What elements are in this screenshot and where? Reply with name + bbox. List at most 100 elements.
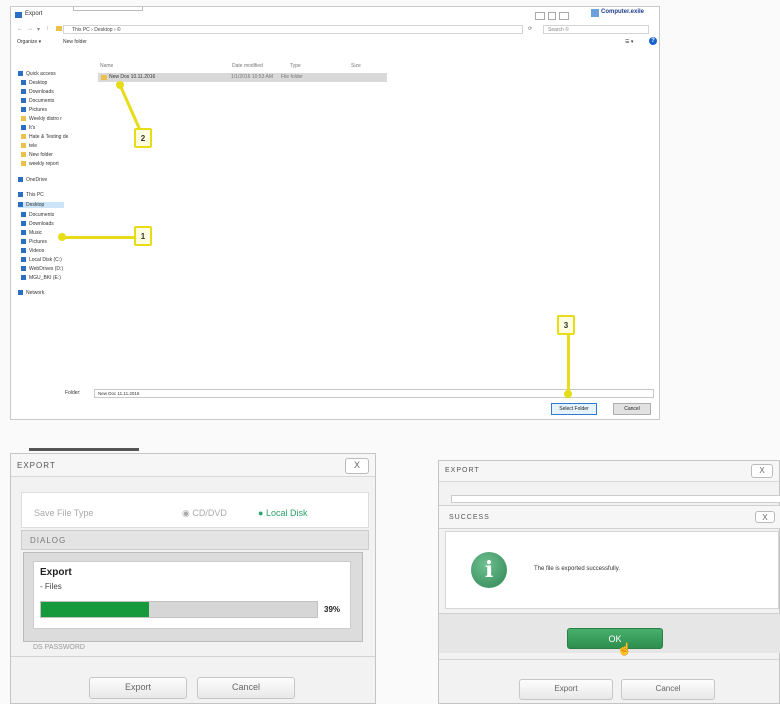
- picture-icon: [21, 107, 26, 113]
- sidebar-item-mgu-bki[interactable]: MGU_BKI (E:): [21, 275, 61, 281]
- sidebar-item-pictures[interactable]: Pictures: [21, 107, 47, 113]
- video-icon: [21, 248, 26, 254]
- sidebar-item-pictures-pc[interactable]: Pictures: [21, 239, 47, 245]
- sidebar-item-weekly-distro[interactable]: Weekly distro r: [21, 116, 62, 122]
- sidebar-item-quick-access[interactable]: Quick access: [18, 71, 56, 77]
- help-icon[interactable]: ?: [649, 37, 657, 45]
- close-button[interactable]: X: [751, 464, 773, 478]
- check-icon: [21, 125, 26, 131]
- file-date: 1/1/2016 10:53 AM: [231, 74, 273, 80]
- success-close-button[interactable]: X: [755, 511, 775, 523]
- ok-footer: OK ☝: [439, 613, 780, 656]
- progress-fill: [41, 602, 149, 617]
- forward-icon[interactable]: →: [27, 26, 33, 32]
- folder-icon: [21, 143, 26, 149]
- progress-subtitle: - Files: [40, 582, 62, 591]
- toolbar: Organize ▾ New folder ☰ ▾ ?: [13, 36, 657, 48]
- success-message: The file is exported successfully.: [534, 566, 620, 572]
- cancel-button[interactable]: Cancel: [621, 679, 715, 700]
- sidebar-item-desktop-pc[interactable]: Desktop: [18, 202, 65, 208]
- document-icon: [21, 212, 26, 218]
- sidebar-item-documents-pc[interactable]: Documents: [21, 212, 54, 218]
- drive-icon: [21, 266, 26, 272]
- recent-chevron-icon[interactable]: ▾: [37, 26, 40, 33]
- sidebar-item-downloads-pc[interactable]: Downloads: [21, 221, 54, 227]
- folder-icon: [21, 152, 26, 158]
- callout-3: 3: [557, 315, 575, 335]
- sidebar-item-weekly-report[interactable]: weekly report: [21, 161, 59, 167]
- sidebar-item-music[interactable]: Music: [21, 230, 42, 236]
- folder-label: Folder:: [65, 390, 81, 396]
- sidebar-item-onedrive[interactable]: OneDrive: [18, 177, 47, 183]
- export-dialog-success: EXPORT X SUCCESS X i The file is exporte…: [438, 460, 780, 704]
- radio-cd-dvd[interactable]: ◉ CD/DVD: [182, 508, 227, 519]
- export-window-icon: [15, 12, 22, 18]
- export-dialog: EXPORT X Save File Type ◉ CD/DVD ● Local…: [10, 448, 376, 704]
- sidebar-item-webdrives[interactable]: WebDrives (D:): [21, 266, 63, 272]
- search-input[interactable]: Search ©: [543, 25, 649, 34]
- address-path[interactable]: This PC › Desktop › ©: [63, 25, 523, 34]
- radio-local-disk[interactable]: ● Local Disk: [258, 508, 307, 518]
- sidebar-item-its[interactable]: It's: [21, 125, 35, 131]
- sidebar-item-downloads[interactable]: Downloads: [21, 89, 54, 95]
- sidebar-item-videos[interactable]: Videos: [21, 248, 44, 254]
- export-button[interactable]: Export: [89, 677, 187, 699]
- export-header: EXPORT X: [439, 461, 779, 482]
- folder-icon: [21, 161, 26, 167]
- sidebar-item-desktop[interactable]: Desktop: [21, 80, 47, 86]
- back-icon[interactable]: ←: [17, 26, 23, 32]
- mouse-cursor-icon: ☝: [617, 642, 632, 656]
- navigation-pane: Quick access Desktop Downloads Documents…: [11, 63, 93, 363]
- desktop-icon: [18, 202, 23, 208]
- sidebar-item-hate-testing[interactable]: Hate & Testing de: [21, 134, 68, 140]
- export-title: EXPORT: [17, 461, 56, 470]
- sidebar-item-network[interactable]: Network: [18, 290, 44, 296]
- folder-icon: [21, 134, 26, 140]
- sidebar-item-tele[interactable]: tele: [21, 143, 37, 149]
- drive-icon: [21, 275, 26, 281]
- ok-button[interactable]: OK: [567, 628, 663, 649]
- window-title: Export: [25, 11, 43, 17]
- column-date[interactable]: Date modified: [232, 63, 263, 69]
- callout-1-line: [62, 236, 138, 239]
- export-header: EXPORT X: [11, 454, 375, 477]
- computer-icon: [591, 9, 599, 17]
- drive-icon: [21, 257, 26, 263]
- view-options-icon[interactable]: ☰ ▾: [625, 39, 633, 45]
- organize-menu[interactable]: Organize ▾: [17, 39, 41, 45]
- callout-1-arrowhead: [58, 233, 66, 241]
- cancel-button[interactable]: Cancel: [613, 403, 651, 415]
- background-row: [451, 495, 780, 503]
- dialog-bar-label: DIALOG: [30, 536, 67, 545]
- select-folder-button[interactable]: Select Folder: [551, 403, 597, 415]
- download-icon: [21, 221, 26, 227]
- footer-divider: [439, 659, 779, 660]
- column-size[interactable]: Size: [351, 63, 361, 69]
- column-name[interactable]: Name: [100, 63, 113, 69]
- folder-icon: [101, 75, 107, 80]
- close-button[interactable]: X: [345, 458, 369, 474]
- sidebar-item-local-disk[interactable]: Local Disk (C:): [21, 257, 62, 263]
- star-icon: [18, 71, 23, 77]
- dialog-bar: DIALOG: [21, 530, 369, 550]
- file-type-row: Save File Type ◉ CD/DVD ● Local Disk: [21, 492, 369, 528]
- callout-3-line: [567, 334, 570, 396]
- new-folder-button[interactable]: New folder: [63, 39, 87, 45]
- cancel-button[interactable]: Cancel: [197, 677, 295, 699]
- export-button[interactable]: Export: [519, 679, 613, 700]
- computer-icon: [18, 192, 23, 198]
- sidebar-item-this-pc[interactable]: This PC: [18, 192, 44, 198]
- sidebar-item-new-folder[interactable]: New folder: [21, 152, 53, 158]
- minimize-icon[interactable]: [535, 12, 545, 20]
- info-icon: i: [471, 552, 507, 588]
- refresh-icon[interactable]: ⟳: [528, 26, 532, 32]
- column-type[interactable]: Type: [290, 63, 301, 69]
- maximize-icon[interactable]: [548, 12, 556, 20]
- path-folder-icon: [56, 26, 62, 31]
- export-title: EXPORT: [445, 467, 480, 474]
- success-header: SUCCESS X: [439, 505, 780, 529]
- save-file-type-label: Save File Type: [34, 508, 94, 518]
- sidebar-item-documents[interactable]: Documents: [21, 98, 54, 104]
- close-icon[interactable]: [559, 12, 569, 20]
- up-icon[interactable]: ↑: [46, 26, 49, 32]
